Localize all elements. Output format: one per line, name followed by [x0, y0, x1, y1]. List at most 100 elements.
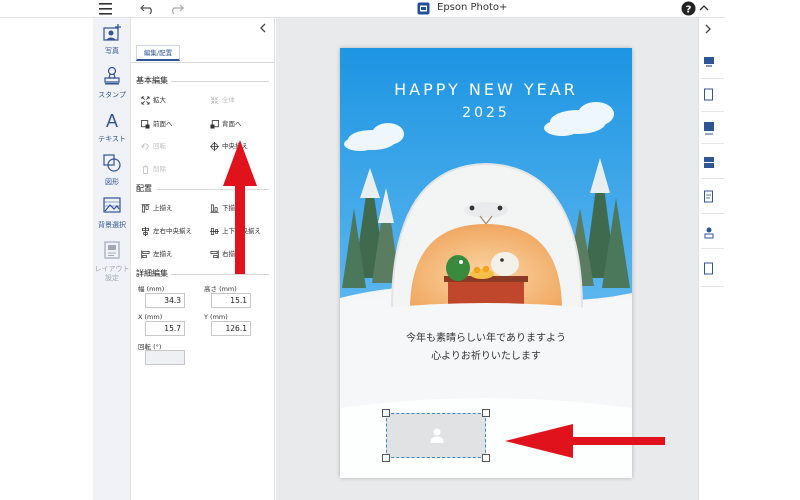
zoom-button[interactable]: 拡大 [141, 94, 166, 105]
divider [701, 78, 724, 79]
delete-button: 削除 [141, 163, 166, 174]
document-icon[interactable] [703, 190, 715, 204]
photo-add-icon [103, 24, 121, 41]
card-message-line2[interactable]: 心よりお祈りいたします [340, 347, 632, 362]
divider [701, 111, 724, 112]
background-icon [103, 197, 121, 213]
delete-label: 削除 [153, 165, 166, 173]
picture-icon[interactable] [703, 121, 715, 135]
stamp-small-icon[interactable] [703, 226, 715, 240]
file-icon[interactable] [703, 262, 715, 276]
stamp-icon [104, 66, 120, 85]
align-bottom-icon [210, 204, 219, 213]
left-sidebar: 写真 スタンプ A テキスト 図形 背景選択 レイアウト設定 [0, 18, 131, 500]
x-label: X (mm) [138, 313, 163, 321]
rail-label-stamp: スタンプ [98, 91, 126, 99]
layer-icon[interactable] [703, 56, 715, 68]
align-h-center-label: 左右中央揃え [153, 227, 192, 235]
page-margin [725, 0, 800, 500]
tab-edit-arrange[interactable]: 編集/配置 [136, 45, 180, 61]
width-label: 幅 (mm) [138, 285, 165, 293]
height-field[interactable]: 15.1 [211, 293, 251, 308]
bring-front-icon [141, 119, 150, 129]
align-h-center-button[interactable]: 左右中央揃え [141, 225, 192, 236]
rotate-button: 回転 [141, 140, 166, 151]
align-left-icon [141, 249, 150, 259]
rail-label-background: 背景選択 [98, 221, 126, 229]
annotation-arrow-left [505, 424, 665, 458]
hamburger-icon [99, 3, 112, 15]
align-top-icon [141, 203, 150, 212]
send-back-button[interactable]: 背面へ [210, 118, 242, 129]
layout-icon [104, 241, 120, 259]
fit-label: 全体 [222, 96, 235, 104]
tab-divider [131, 62, 275, 63]
resize-handle[interactable] [382, 409, 390, 417]
section-divider [171, 81, 269, 82]
zoom-label: 拡大 [153, 96, 166, 104]
fit-button: 全体 [210, 94, 235, 105]
rail-item-photo[interactable]: 写真 [93, 24, 131, 56]
align-v-center-icon [210, 227, 219, 235]
rail-item-stamp[interactable]: スタンプ [93, 66, 131, 100]
crosshair-icon [210, 141, 219, 151]
section-arrange-title: 配置 [136, 184, 152, 193]
rotation-field [145, 350, 185, 365]
chevron-right-icon[interactable] [704, 24, 712, 34]
annotation-arrow-up [223, 140, 257, 274]
x-field[interactable]: 15.7 [145, 321, 185, 336]
align-left-label: 左揃え [153, 250, 173, 258]
rotate-icon [141, 142, 149, 150]
app-title: Epson Photo+ [437, 2, 508, 13]
align-top-label: 上揃え [153, 204, 173, 212]
send-back-icon [210, 119, 219, 129]
bring-front-button[interactable]: 前面へ [141, 118, 173, 129]
divider [701, 178, 724, 179]
text-icon: A [106, 111, 118, 131]
page-icon[interactable] [703, 88, 715, 102]
width-field[interactable]: 34.3 [145, 293, 185, 308]
y-label: Y (mm) [204, 313, 228, 321]
y-field[interactable]: 126.1 [211, 321, 251, 336]
align-right-icon [210, 249, 219, 259]
send-back-label: 背面へ [222, 120, 242, 128]
undo-icon[interactable] [140, 2, 156, 14]
top-toolbar: Epson Photo+ ? [0, 0, 800, 18]
section-detail-title: 詳細編集 [136, 269, 168, 278]
right-sidebar [698, 18, 725, 500]
help-icon[interactable]: ? [681, 1, 696, 16]
collapse-panel-icon[interactable] [259, 23, 267, 33]
redo-icon[interactable] [168, 2, 184, 14]
align-left-button[interactable]: 左揃え [141, 248, 173, 259]
svg-text:?: ? [686, 5, 692, 16]
rotate-label: 回転 [153, 142, 166, 150]
rail-item-layout: レイアウト設定 [93, 240, 131, 283]
divider [701, 213, 724, 214]
rail-item-shape[interactable]: 図形 [93, 153, 131, 187]
resize-handle[interactable] [482, 454, 490, 462]
card-year[interactable]: 2025 [340, 105, 632, 121]
rail-item-text[interactable]: A テキスト [93, 110, 131, 144]
menu-button[interactable] [0, 0, 112, 18]
rail-label-layout: レイアウト設定 [94, 265, 130, 282]
person-icon [430, 428, 444, 443]
photo-placeholder-frame[interactable] [386, 413, 486, 458]
rail-label-shape: 図形 [105, 178, 119, 186]
align-top-button[interactable]: 上揃え [141, 202, 173, 213]
card-message-line1[interactable]: 今年も素晴らしい年でありますよう [340, 329, 632, 344]
divider [701, 143, 724, 144]
shape-icon [103, 154, 121, 172]
align-h-center-icon [141, 226, 150, 236]
resize-handle[interactable] [482, 409, 490, 417]
rail-label-text: テキスト [98, 135, 126, 143]
tool-rail: 写真 スタンプ A テキスト 図形 背景選択 レイアウト設定 [93, 18, 131, 500]
card-headline[interactable]: HAPPY NEW YEAR [340, 80, 632, 99]
bring-front-label: 前面へ [153, 120, 173, 128]
chevron-up-icon[interactable] [699, 4, 709, 12]
divider [701, 286, 724, 287]
rail-item-background[interactable]: 背景選択 [93, 196, 131, 230]
resize-handle[interactable] [382, 454, 390, 462]
divider [701, 248, 724, 249]
svg-text:A: A [106, 111, 118, 130]
grid-icon[interactable] [703, 156, 715, 170]
